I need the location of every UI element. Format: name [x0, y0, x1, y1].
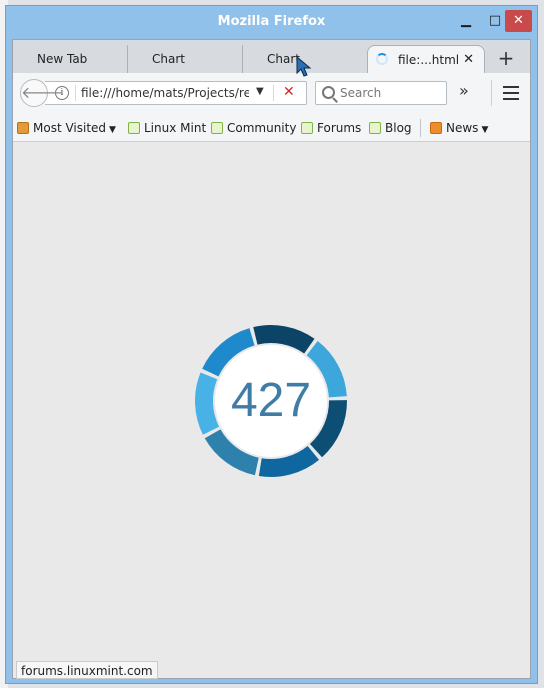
- bookmark-community[interactable]: Community: [211, 119, 296, 137]
- bookmark-label: Blog: [385, 121, 412, 135]
- tab-label: file:...html: [398, 53, 460, 67]
- bookmark-most-visited[interactable]: Most Visited ▼: [17, 119, 116, 137]
- hamburger-menu-icon[interactable]: [503, 86, 519, 100]
- gauge-value: 427: [231, 374, 311, 427]
- divider: [491, 80, 492, 106]
- navigation-bar: i file:///home/mats/Projects/rev ▼ ✕ 🡐 S…: [13, 73, 530, 114]
- mint-icon: [128, 122, 140, 134]
- rss-icon: [430, 122, 442, 134]
- donut-gauge: 427: [195, 325, 347, 477]
- browser-client: New Tab Chart Chart file:...html ✕ + i f…: [12, 39, 531, 679]
- tab-label: New Tab: [37, 52, 88, 66]
- bookmark-news[interactable]: News ▼: [430, 119, 488, 137]
- url-text[interactable]: file:///home/mats/Projects/rev: [81, 86, 249, 100]
- search-input[interactable]: Search: [315, 81, 447, 105]
- back-arrow-icon: 🡐: [21, 83, 64, 102]
- tab-bar: New Tab Chart Chart file:...html ✕ +: [13, 40, 530, 74]
- url-bar[interactable]: i file:///home/mats/Projects/rev ▼ ✕: [45, 81, 307, 105]
- stop-icon[interactable]: ✕: [283, 84, 295, 100]
- bookmark-label: Forums: [317, 121, 362, 135]
- title-bar: Mozilla Firefox ▁ □ ✕: [6, 6, 537, 39]
- search-icon: [322, 86, 335, 99]
- back-button[interactable]: 🡐: [20, 79, 64, 107]
- close-tab-icon[interactable]: ✕: [463, 46, 474, 74]
- chevron-down-icon: ▼: [109, 125, 116, 135]
- history-dropdown-icon[interactable]: ▼: [256, 86, 264, 97]
- loading-spinner-icon: [376, 53, 388, 65]
- status-bar: forums.linuxmint.com: [16, 661, 158, 679]
- page-content: 427: [13, 142, 530, 678]
- folder-icon: [17, 122, 29, 134]
- chevron-down-icon: ▼: [481, 125, 489, 135]
- bookmark-label: News: [446, 121, 479, 135]
- bookmark-label: Community: [227, 121, 297, 135]
- bookmark-label: Most Visited: [33, 121, 107, 135]
- bookmark-label: Linux Mint: [144, 121, 207, 135]
- tab-new-tab[interactable]: New Tab: [13, 45, 128, 73]
- bookmark-forums[interactable]: Forums: [301, 119, 361, 137]
- mint-icon: [211, 122, 223, 134]
- tab-active-file[interactable]: file:...html ✕: [367, 45, 485, 73]
- minimize-button[interactable]: ▁: [453, 10, 479, 32]
- divider: [420, 119, 421, 137]
- tab-chart-1[interactable]: Chart: [128, 45, 243, 73]
- bookmark-linux-mint[interactable]: Linux Mint: [128, 119, 206, 137]
- mint-icon: [369, 122, 381, 134]
- browser-window: Mozilla Firefox ▁ □ ✕ New Tab Chart Char…: [5, 5, 538, 684]
- overflow-chevron-icon[interactable]: »: [459, 81, 469, 100]
- mint-icon: [301, 122, 313, 134]
- close-window-button[interactable]: ✕: [505, 10, 532, 32]
- mouse-cursor-icon: [296, 56, 312, 77]
- tab-label: Chart: [152, 52, 185, 66]
- divider: [273, 85, 274, 101]
- bookmark-blog[interactable]: Blog: [369, 119, 412, 137]
- bookmarks-toolbar: Most Visited ▼ Linux Mint Community Forum…: [13, 113, 530, 142]
- divider: [75, 85, 76, 101]
- new-tab-button[interactable]: +: [491, 47, 521, 71]
- search-placeholder: Search: [340, 86, 382, 100]
